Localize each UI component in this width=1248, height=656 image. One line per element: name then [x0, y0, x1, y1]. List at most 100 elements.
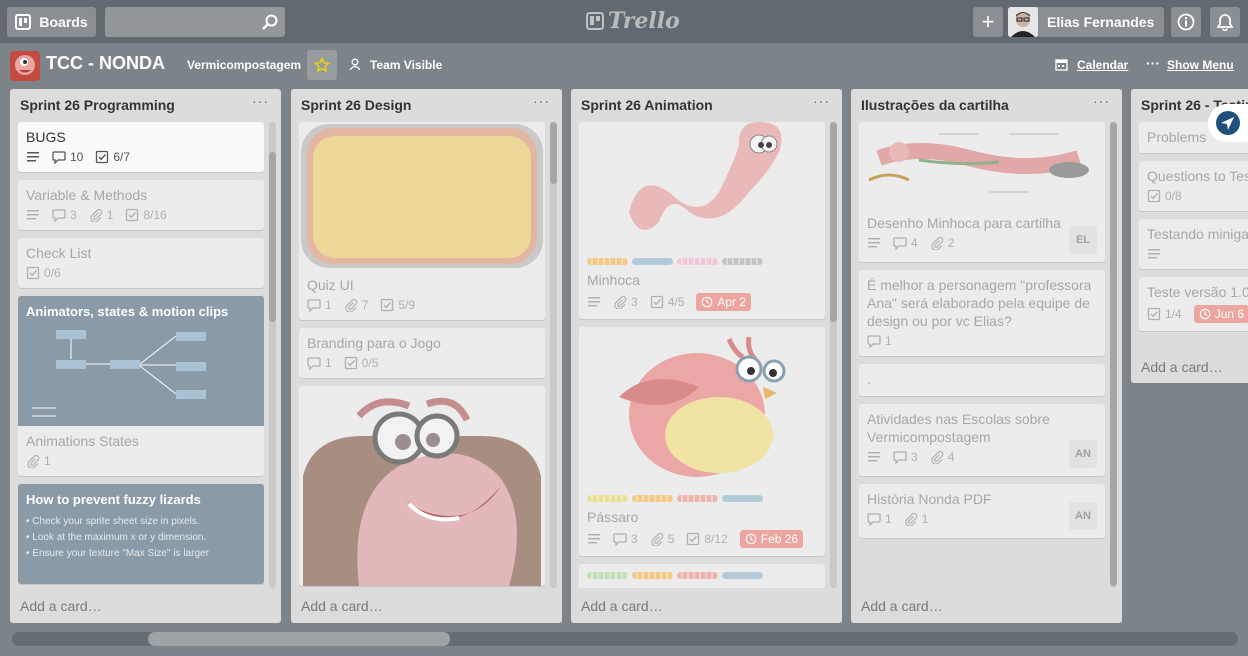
boards-button[interactable]: Boards: [7, 7, 96, 37]
card-title: Teste versão 1.0: [1147, 284, 1248, 300]
list-title[interactable]: Sprint 26 Programming: [20, 97, 175, 113]
attachments-count: 3: [631, 295, 638, 309]
star-button[interactable]: [307, 50, 337, 80]
board-title[interactable]: TCC - NONDA: [46, 53, 165, 74]
list-scrollbar-thumb[interactable]: [269, 152, 276, 322]
card-passaro[interactable]: Pássaro 3 5 8/12 Feb 26: [579, 327, 825, 556]
add-card-link[interactable]: Add a card…: [1141, 359, 1223, 375]
card-testando-minigame[interactable]: Testando minigame: [1139, 219, 1248, 269]
label-yellow: [587, 495, 628, 502]
comments-badge: 10: [52, 150, 83, 164]
cover-bullet: • Look at the maximum x or y dimension.: [26, 532, 207, 543]
notifications-button[interactable]: [1210, 7, 1240, 37]
show-menu-link[interactable]: Show Menu: [1167, 58, 1234, 72]
board-scrollbar-thumb[interactable]: [148, 632, 450, 646]
card-teste-versao[interactable]: Teste versão 1.0 1/4 Jun 6: [1139, 277, 1248, 331]
card-dot[interactable]: .: [859, 364, 1105, 396]
navigation-button[interactable]: [1208, 104, 1248, 142]
add-card-link[interactable]: Add a card…: [301, 598, 383, 614]
checklist-badge: 1/4: [1147, 307, 1182, 321]
calendar-link[interactable]: Calendar: [1077, 58, 1128, 72]
list-title[interactable]: Sprint 26 Animation: [581, 97, 713, 113]
card-minhoca[interactable]: Minhoca 3 4/5 Apr 2: [579, 122, 825, 319]
card-variable-methods[interactable]: Variable & Methods 3 1 8/16: [18, 180, 264, 230]
compass-icon: [1216, 111, 1240, 135]
checklist-count: 8/16: [143, 208, 167, 222]
due-date: Jun 6: [1214, 307, 1245, 321]
list-ilustracoes-cartilha[interactable]: Ilustrações da cartilha ··· Desenho Minh…: [851, 89, 1122, 623]
card-professora-ana[interactable]: É melhor a personagem "professora Ana" s…: [859, 270, 1105, 356]
attachments-count: 4: [947, 450, 955, 464]
add-card-link[interactable]: Add a card…: [861, 598, 943, 614]
list-menu-icon[interactable]: ···: [1093, 93, 1110, 109]
card-labels: [579, 250, 825, 265]
due-date-badge: Apr 2: [696, 293, 752, 311]
list-sprint-26-animation[interactable]: Sprint 26 Animation ··· Minhoca 3 4/5 Ap…: [571, 89, 842, 623]
checklist-badge: 0/6: [26, 266, 61, 280]
card-check-list[interactable]: Check List 0/6: [18, 238, 264, 288]
list-menu-icon[interactable]: ···: [813, 93, 830, 109]
comment-icon: [867, 334, 881, 348]
comment-icon: [307, 298, 321, 312]
card-title: Animations States: [26, 433, 139, 449]
attachment-icon: [89, 208, 103, 222]
label-orange: [632, 495, 673, 502]
card-animations-states[interactable]: Animators, states & motion clips Animati…: [18, 296, 264, 476]
card-title: Atividades nas Escolas sobre Vermicompos…: [867, 411, 1050, 445]
search-icon[interactable]: [261, 13, 279, 31]
member-avatar[interactable]: AN: [1069, 502, 1097, 530]
card-branding[interactable]: Branding para o Jogo 1 0/5: [299, 328, 545, 378]
cover-bullets: • Check your sprite sheet size in pixels…: [26, 514, 209, 562]
list-sprint-26-design[interactable]: Sprint 26 Design ··· Quiz UI 1 7 5/9 Bra…: [291, 89, 562, 623]
list-menu-icon[interactable]: ···: [533, 93, 550, 109]
attachments-badge: 2: [930, 236, 954, 250]
add-card-link[interactable]: Add a card…: [20, 598, 102, 614]
card-partial[interactable]: [579, 564, 825, 588]
card-questions-test[interactable]: Questions to Test 0/8: [1139, 161, 1248, 211]
list-menu-icon[interactable]: ···: [252, 93, 269, 109]
list-scrollbar[interactable]: [1110, 122, 1117, 588]
list-title[interactable]: Sprint 26 Design: [301, 97, 411, 113]
trello-logo[interactable]: Trello: [586, 8, 680, 34]
card-quiz-ui[interactable]: Quiz UI 1 7 5/9: [299, 122, 545, 320]
clock-icon: [1199, 308, 1211, 320]
list-title[interactable]: Ilustrações da cartilha: [861, 97, 1009, 113]
user-menu-button[interactable]: Elias Fernandes: [1008, 7, 1164, 37]
checklist-icon: [650, 295, 664, 309]
list-scrollbar-thumb[interactable]: [830, 122, 837, 322]
card-title: Testando minigame: [1147, 226, 1248, 242]
checklist-badge: 0/5: [344, 356, 378, 370]
card-bugs[interactable]: BUGS 10 6/7: [18, 122, 264, 172]
list-scrollbar[interactable]: [269, 122, 276, 588]
list-sprint-26-programming[interactable]: Sprint 26 Programming ··· BUGS 10 6/7 Va…: [10, 89, 281, 623]
card-container: Quiz UI 1 7 5/9 Branding para o Jogo 1 0…: [299, 122, 545, 588]
list-scrollbar[interactable]: [550, 122, 557, 588]
member-avatar[interactable]: AN: [1069, 440, 1097, 468]
show-menu-dots-icon: ···: [1146, 55, 1160, 71]
checklist-icon: [1147, 307, 1161, 321]
visibility-label[interactable]: Team Visible: [370, 58, 442, 72]
quiz-panel-image: [301, 124, 543, 268]
card-desenho-minhoca[interactable]: Desenho Minhoca para cartilha 4 2 EL: [859, 122, 1105, 262]
card-atividades-escolas[interactable]: Atividades nas Escolas sobre Vermicompos…: [859, 404, 1105, 476]
list-scrollbar[interactable]: [830, 122, 837, 588]
search-input[interactable]: [105, 7, 285, 37]
info-button[interactable]: [1171, 7, 1201, 37]
comments-count: 4: [911, 236, 918, 250]
list-scrollbar-thumb[interactable]: [1110, 122, 1117, 586]
member-avatar[interactable]: EL: [1069, 226, 1097, 254]
add-button[interactable]: +: [973, 7, 1003, 37]
card-historia-nonda[interactable]: História Nonda PDF 1 1 AN: [859, 484, 1105, 538]
label-gray: [722, 258, 763, 265]
board-avatar-icon[interactable]: [10, 51, 40, 81]
board-org[interactable]: Vermicompostagem: [187, 58, 301, 72]
bell-icon: [1217, 14, 1233, 31]
list-scrollbar-thumb[interactable]: [550, 122, 557, 184]
add-card-link[interactable]: Add a card…: [581, 598, 663, 614]
label-blue: [632, 258, 673, 265]
card-character-image[interactable]: [299, 386, 545, 586]
board-header: TCC - NONDA Vermicompostagem Team Visibl…: [0, 43, 1248, 87]
checklist-count: 4/5: [667, 295, 685, 309]
board-horizontal-scrollbar[interactable]: [12, 632, 1238, 646]
card-fuzzy-lizards[interactable]: How to prevent fuzzy lizards • Check you…: [18, 484, 264, 584]
